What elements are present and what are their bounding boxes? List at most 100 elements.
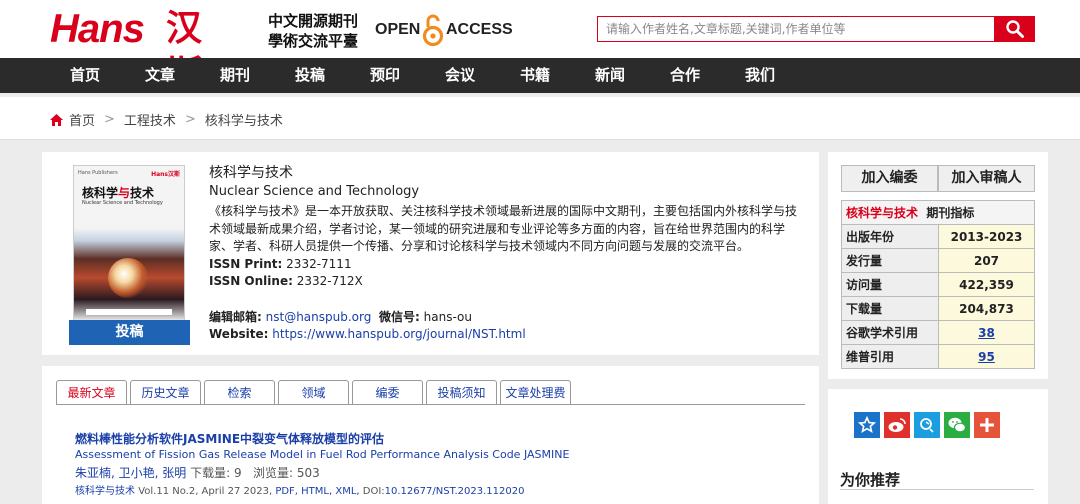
journal-cover-image[interactable]: Hans Publishers Hans汉斯 核科学与技术 Nuclear Sc…: [73, 165, 185, 322]
tab-editorial-board[interactable]: 编委: [352, 380, 423, 405]
oa-open-text: OPEN: [375, 21, 421, 38]
metric-label: 谷歌学术引用: [841, 320, 939, 345]
journal-details: 核科学与技术 Nuclear Science and Technology 《核…: [209, 164, 804, 290]
tab-author-guidelines[interactable]: 投稿须知: [426, 380, 497, 405]
main-nav: 首页 文章 期刊 投稿 预印 会议 书籍 新闻 合作 我们: [0, 58, 1080, 93]
metric-row-circulation: 发行量 207: [841, 248, 1035, 273]
journal-info-card: Hans Publishers Hans汉斯 核科学与技术 Nuclear Sc…: [42, 152, 819, 355]
journal-description: 《核科学与技术》是一本开放获取、关注核科学技术领域最新进展的国际中文期刊，主要包…: [209, 204, 798, 253]
metric-row-year: 出版年份 2013-2023: [841, 224, 1035, 249]
join-reviewer-button[interactable]: 加入审稿人: [938, 165, 1035, 192]
article-journal-link[interactable]: 核科学与技术: [75, 486, 135, 497]
breadcrumb-journal[interactable]: 核科学与技术: [205, 110, 283, 129]
vip-citations-link[interactable]: 95: [978, 350, 995, 364]
issn-online: ISSN Online: 2332-712X: [209, 273, 804, 290]
email-label: 编辑邮箱:: [209, 310, 262, 324]
article-meta-line: 核科学与技术 Vol.11 No.2, April 27 2023, PDF, …: [75, 482, 524, 497]
join-editorial-board-button[interactable]: 加入编委: [841, 165, 938, 192]
breadcrumb-separator: >: [184, 112, 196, 127]
issn-print-value: 2332-7111: [286, 256, 352, 271]
article-title-en[interactable]: Assessment of Fission Gas Release Model …: [75, 448, 569, 461]
metrics-table: 核科学与技术 期刊指标 出版年份 2013-2023 发行量 207 访问量 422,…: [841, 200, 1035, 369]
search-button[interactable]: [994, 16, 1035, 42]
share-weibo-button[interactable]: [884, 412, 910, 438]
wechat-id: hans-ou: [423, 310, 472, 324]
cover-logo: Hans汉斯: [151, 171, 180, 178]
editor-email-link[interactable]: nst@hanspub.org: [266, 310, 372, 324]
nav-item-journals[interactable]: 期刊: [220, 58, 250, 93]
open-lock-icon: [423, 14, 443, 47]
metric-label: 下载量: [841, 296, 939, 321]
nav-item-home[interactable]: 首页: [70, 58, 100, 93]
metric-label: 维普引用: [841, 344, 939, 369]
tagline-line-1: 中文開源期刊: [268, 12, 359, 30]
journal-website-link[interactable]: https://www.hanspub.org/journal/NST.html: [272, 327, 525, 341]
search-bar: [597, 16, 1035, 42]
google-scholar-citations-link[interactable]: 38: [978, 326, 995, 340]
metric-label: 出版年份: [841, 224, 939, 249]
tab-fields[interactable]: 领域: [278, 380, 349, 405]
nav-item-about[interactable]: 我们: [745, 58, 775, 93]
share-wechat-button[interactable]: [944, 412, 970, 438]
tab-search[interactable]: 检索: [204, 380, 275, 405]
wechat-label: 微信号:: [379, 310, 420, 324]
metric-value: 2013-2023: [938, 224, 1035, 249]
cover-title-part: 与: [118, 186, 131, 200]
nav-item-cooperation[interactable]: 合作: [670, 58, 700, 93]
website-line: Website: https://www.hanspub.org/journal…: [209, 326, 526, 343]
recommend-divider: [840, 489, 1034, 490]
metrics-header: 核科学与技术 期刊指标: [841, 200, 1035, 225]
cover-subtitle: Nuclear Science and Technology: [82, 200, 163, 206]
metric-row-downloads: 下载量 204,873: [841, 296, 1035, 321]
share-favorite-button[interactable]: [854, 412, 880, 438]
issn-online-value: 2332-712X: [296, 273, 363, 288]
favorite-star-icon: [858, 416, 876, 433]
nav-item-books[interactable]: 书籍: [520, 58, 550, 93]
cover-brand: Hans Publishers: [78, 170, 118, 176]
metric-label: 发行量: [841, 248, 939, 273]
recommend-heading: 为你推荐: [840, 471, 901, 489]
nav-item-articles[interactable]: 文章: [145, 58, 175, 93]
nav-item-conference[interactable]: 会议: [445, 58, 475, 93]
logo-text-en: Hans: [50, 7, 145, 51]
tab-latest-articles[interactable]: 最新文章: [56, 380, 127, 405]
journal-title-en: Nuclear Science and Technology: [209, 184, 420, 199]
journal-contact: 编辑邮箱: nst@hanspub.org 微信号: hans-ou Websi…: [209, 309, 526, 343]
tab-divider: [56, 404, 805, 405]
nav-item-submit[interactable]: 投稿: [295, 58, 325, 93]
tab-processing-fee[interactable]: 文章处理费: [500, 380, 571, 405]
article-doi-label: DOI:: [362, 486, 385, 497]
tagline-line-2: 學術交流平臺: [268, 32, 359, 50]
article-authors-line: 朱亚楠, 卫小艳, 张明 下载量: 9 浏览量: 503: [75, 464, 320, 481]
cover-stripe: [86, 309, 172, 315]
nav-item-preprint[interactable]: 预印: [370, 58, 400, 93]
article-volume: Vol.11 No.2, April 27 2023,: [138, 486, 273, 497]
breadcrumb-engineering[interactable]: 工程技术: [124, 110, 176, 129]
nav-item-news[interactable]: 新闻: [595, 58, 625, 93]
search-input[interactable]: [597, 16, 994, 42]
issn-print: ISSN Print: 2332-7111: [209, 256, 804, 273]
more-plus-icon: [980, 418, 994, 432]
breadcrumb-bar: 首页 > 工程技术 > 核科学与技术: [0, 97, 1080, 140]
article-format-links[interactable]: PDF, HTML, XML,: [275, 486, 359, 497]
article-authors[interactable]: 朱亚楠, 卫小艳, 张明: [75, 466, 186, 480]
submit-manuscript-button[interactable]: 投稿: [69, 320, 190, 345]
issn-print-label: ISSN Print:: [209, 256, 283, 271]
cover-art: [108, 258, 148, 298]
metrics-header-cell: 核科学与技术 期刊指标: [841, 200, 1035, 225]
wechat-icon: [948, 417, 967, 433]
tab-past-articles[interactable]: 历史文章: [130, 380, 201, 405]
site-header: Hans 汉斯 中文開源期刊 學術交流平臺 OPEN ACCESS: [0, 0, 1080, 95]
cover-title-part: 核科学: [82, 186, 119, 200]
metric-row-vip: 维普引用 95: [841, 344, 1035, 369]
share-qq-button[interactable]: [914, 412, 940, 438]
breadcrumb-home[interactable]: 首页: [69, 110, 95, 129]
weibo-icon: [888, 418, 906, 432]
article-title-cn[interactable]: 燃料棒性能分析软件JASMINE中裂变气体释放模型的评估: [75, 430, 384, 447]
qq-icon: [920, 418, 934, 433]
metric-value: 422,359: [938, 272, 1035, 297]
share-more-button[interactable]: [974, 412, 1000, 438]
metric-value: 95: [938, 344, 1035, 369]
metrics-journal-name: 核科学与技术: [846, 206, 919, 220]
article-doi-link[interactable]: 10.12677/NST.2023.112020: [385, 486, 525, 497]
